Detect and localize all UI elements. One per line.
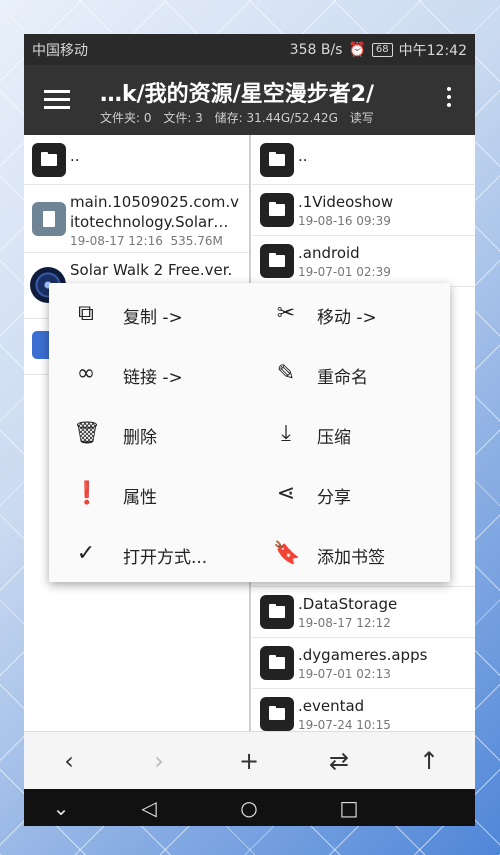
menu-item-label: 压缩 [317, 428, 351, 448]
info-icon: ❗ [73, 481, 101, 506]
parent-dir-row[interactable]: .. [252, 135, 475, 185]
file-name-line2: itotechnology.Solar… [70, 213, 229, 231]
menu-item-open-with[interactable]: ✓ 打开方式... [57, 534, 247, 574]
share-icon: ⋖ [276, 481, 296, 506]
menu-item-delete[interactable]: 🗑 删除 [57, 414, 247, 454]
menu-item-share[interactable]: ⋖ 分享 [257, 474, 447, 514]
menu-item-link[interactable]: ∞ 链接 -> [57, 354, 247, 394]
context-menu: ⧉ 复制 -> ✂ 移动 -> ∞ 链接 -> ✎ 重命名 🗑 删除 ⤓ 压缩 … [49, 283, 450, 582]
file-row[interactable]: main.10509025.com.v itotechnology.Solar…… [24, 185, 249, 253]
forward-arrow-icon[interactable]: › [139, 744, 179, 778]
bookmark-icon: 🔖 [273, 541, 301, 566]
menu-item-label: 移动 -> [317, 308, 377, 328]
menu-item-label: 分享 [317, 488, 351, 508]
download-icon: ⤓ [281, 421, 291, 446]
check-icon: ✓ [76, 541, 96, 566]
battery-icon: 68 [371, 42, 393, 57]
menu-item-label: 重命名 [317, 368, 368, 388]
mount-mode: 读写 [349, 111, 374, 125]
path-stats: 文件夹: 0 文件: 3 储存: 31.44G/52.42G 读写 [100, 109, 382, 126]
nav-recents-icon[interactable]: □ [334, 794, 364, 822]
storage-usage: 储存: 31.44G/52.42G [214, 111, 338, 125]
menu-item-compress[interactable]: ⤓ 压缩 [257, 414, 447, 454]
file-date-value: 19-08-17 12:16 [70, 234, 163, 248]
clock: 中午12:42 [398, 42, 467, 59]
menu-item-label: 属性 [123, 488, 157, 508]
folder-row[interactable]: .android 19-07-01 02:39 [252, 236, 475, 287]
carrier-label: 中国移动 [32, 42, 88, 59]
app-bar: …k/我的资源/星空漫步者2/ 文件夹: 0 文件: 3 储存: 31.44G/… [24, 65, 475, 135]
folder-row[interactable]: .dygameres.apps 19-07-01 02:13 [252, 638, 475, 689]
folder-date: 19-08-17 12:12 [298, 616, 391, 630]
menu-item-label: 复制 -> [123, 308, 183, 328]
menu-item-properties[interactable]: ❗ 属性 [57, 474, 247, 514]
menu-item-label: 添加书签 [317, 548, 385, 568]
bottom-toolbar: ‹ › + ⇄ ↑ [24, 731, 475, 790]
menu-item-label: 链接 -> [123, 368, 183, 388]
network-speed: 358 B/s [289, 41, 343, 58]
folder-date: 19-07-01 02:39 [298, 265, 391, 279]
scissors-icon: ✂ [276, 301, 296, 326]
parent-dir-label: .. [70, 147, 80, 165]
parent-dir-row[interactable]: .. [24, 135, 249, 185]
folder-icon [260, 244, 294, 278]
folder-date: 19-07-01 02:13 [298, 667, 391, 681]
trash-icon: 🗑 [73, 421, 101, 446]
folder-count: 文件夹: 0 [100, 111, 152, 125]
parent-dir-label: .. [298, 147, 308, 165]
folder-row[interactable]: .DataStorage 19-08-17 12:12 [252, 587, 475, 638]
file-icon [32, 202, 66, 236]
folder-date: 19-08-16 09:39 [298, 214, 391, 228]
folder-name: .1Videoshow [298, 193, 394, 211]
folder-icon [260, 697, 294, 731]
collapse-icon[interactable]: ⌄ [46, 794, 76, 822]
copy-icon: ⧉ [78, 301, 94, 326]
menu-item-rename[interactable]: ✎ 重命名 [257, 354, 447, 394]
menu-item-label: 打开方式... [123, 548, 208, 568]
nav-back-icon[interactable]: ◁ [134, 794, 164, 822]
folder-icon [260, 595, 294, 629]
link-icon: ∞ [76, 361, 96, 386]
folder-row[interactable]: .eventad 19-07-24 10:15 [252, 689, 475, 731]
file-size: 535.76M [170, 234, 223, 248]
nav-home-icon[interactable]: ○ [234, 794, 264, 822]
folder-icon [260, 646, 294, 680]
more-options-icon[interactable] [447, 87, 451, 111]
file-name-line1: main.10509025.com.v [70, 193, 240, 211]
file-date: 19-08-17 12:16 535.76M [70, 234, 223, 248]
back-arrow-icon[interactable]: ‹ [49, 744, 89, 778]
file-count: 文件: 3 [163, 111, 203, 125]
pencil-icon: ✎ [276, 361, 296, 386]
hamburger-menu-icon[interactable] [44, 90, 70, 109]
alarm-icon: ⏰ [348, 41, 366, 58]
swap-panes-icon[interactable]: ⇄ [319, 744, 359, 778]
folder-name: .DataStorage [298, 595, 398, 613]
menu-item-add-bookmark[interactable]: 🔖 添加书签 [257, 534, 447, 574]
folder-icon [260, 143, 294, 177]
menu-item-copy[interactable]: ⧉ 复制 -> [57, 294, 247, 334]
folder-name: .dygameres.apps [298, 646, 428, 664]
menu-item-move[interactable]: ✂ 移动 -> [257, 294, 447, 334]
add-icon[interactable]: + [229, 744, 269, 778]
system-nav-bar: ⌄ ◁ ○ □ [24, 789, 475, 826]
folder-date: 19-07-24 10:15 [298, 718, 391, 731]
menu-item-label: 删除 [123, 428, 157, 448]
folder-row[interactable]: .1Videoshow 19-08-16 09:39 [252, 185, 475, 236]
status-bar: 中国移动 358 B/s ⏰ 68 中午12:42 [24, 34, 475, 65]
folder-name: .eventad [298, 697, 365, 715]
folder-icon [32, 143, 66, 177]
path-title: …k/我的资源/星空漫步者2/ [100, 82, 375, 107]
folder-icon [260, 193, 294, 227]
file-name: Solar Walk 2 Free.ver. [70, 261, 233, 279]
up-arrow-icon[interactable]: ↑ [409, 744, 449, 778]
folder-name: .android [298, 244, 360, 262]
